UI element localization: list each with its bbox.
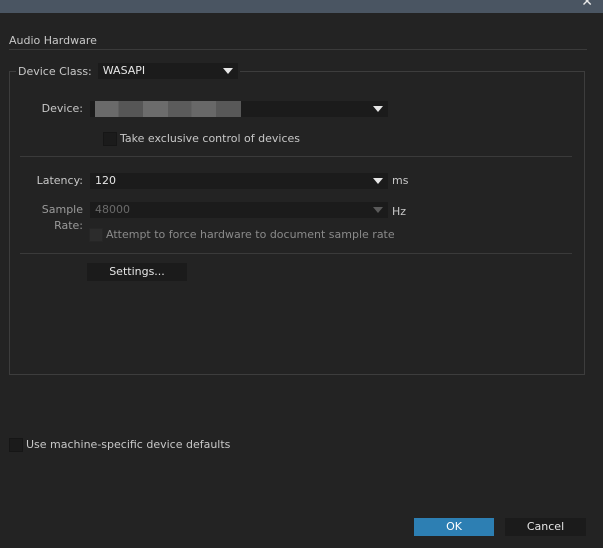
audio-hardware-dialog: Audio Hardware Device Class: WASAPI Devi… bbox=[0, 13, 603, 548]
sample-rate-dropdown: 48000 bbox=[90, 202, 388, 218]
machine-defaults-checkbox[interactable] bbox=[9, 438, 23, 452]
latency-label: Latency: bbox=[36, 174, 83, 187]
latency-value: 120 bbox=[95, 174, 116, 187]
chevron-down-icon bbox=[373, 207, 383, 213]
section-title: Audio Hardware bbox=[9, 34, 97, 47]
device-class-row: Device Class: WASAPI bbox=[16, 63, 240, 79]
exclusive-control-label: Take exclusive control of devices bbox=[120, 132, 300, 145]
device-class-value: WASAPI bbox=[102, 64, 146, 77]
force-sample-rate-checkbox bbox=[89, 228, 103, 242]
settings-button[interactable]: Settings... bbox=[87, 263, 187, 281]
sample-rate-unit: Hz bbox=[392, 205, 407, 218]
redacted-device-name bbox=[95, 101, 241, 117]
chevron-down-icon bbox=[373, 178, 383, 184]
section-divider bbox=[9, 49, 587, 50]
title-bar: ✕ bbox=[0, 0, 603, 13]
machine-defaults-label: Use machine-specific device defaults bbox=[26, 438, 231, 451]
latency-unit: ms bbox=[392, 174, 409, 187]
exclusive-control-checkbox[interactable] bbox=[103, 132, 117, 146]
latency-dropdown[interactable]: 120 bbox=[90, 173, 388, 189]
device-class-dropdown[interactable]: WASAPI bbox=[97, 63, 238, 79]
chevron-down-icon bbox=[222, 68, 233, 74]
force-sample-rate-label: Attempt to force hardware to document sa… bbox=[106, 228, 395, 241]
ok-button[interactable]: OK bbox=[414, 518, 494, 536]
divider bbox=[20, 253, 572, 254]
device-class-label: Device Class: bbox=[18, 64, 92, 78]
divider bbox=[20, 156, 572, 157]
sample-rate-value: 48000 bbox=[95, 203, 130, 216]
sample-rate-label: Sample Rate: bbox=[41, 203, 83, 232]
cancel-button[interactable]: Cancel bbox=[505, 518, 586, 536]
chevron-down-icon bbox=[373, 106, 383, 112]
device-label: Device: bbox=[41, 102, 83, 115]
close-icon[interactable]: ✕ bbox=[581, 0, 593, 9]
